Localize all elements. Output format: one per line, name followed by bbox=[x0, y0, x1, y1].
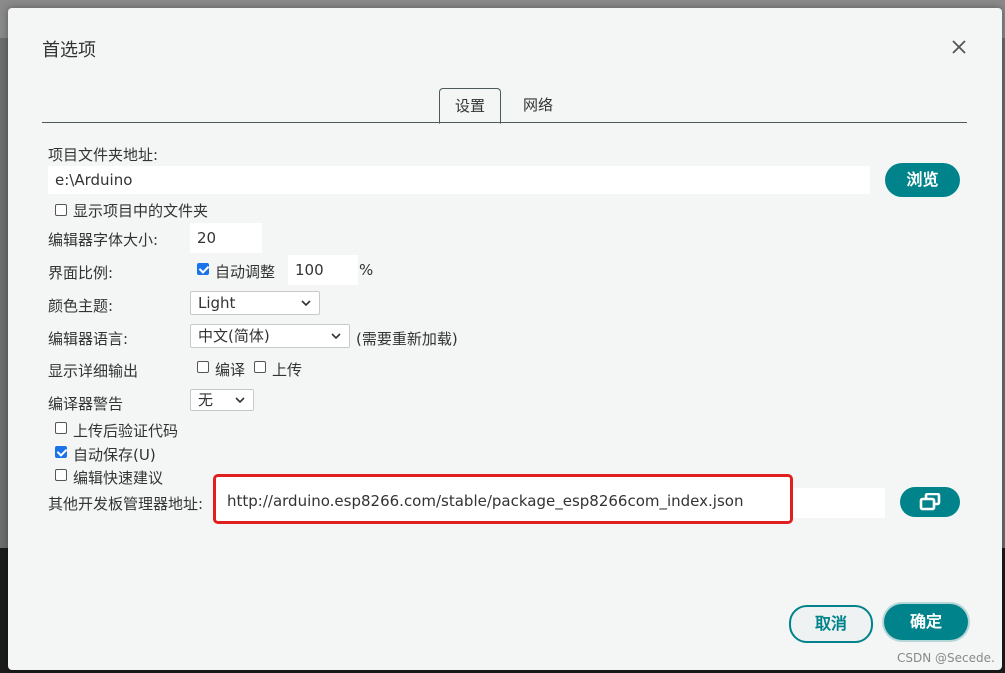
tab-settings[interactable]: 设置 bbox=[439, 88, 501, 124]
warnings-select[interactable]: 无 bbox=[190, 389, 254, 411]
theme-select-value: Light bbox=[198, 294, 236, 312]
watermark: CSDN @Secede. bbox=[897, 651, 995, 665]
ok-button[interactable]: 确定 bbox=[884, 604, 968, 640]
sketchbook-label: 项目文件夹地址: bbox=[48, 146, 159, 164]
edit-urls-button[interactable] bbox=[900, 487, 960, 517]
language-select[interactable]: 中文(简体) bbox=[190, 324, 350, 348]
theme-label: 颜色主题: bbox=[48, 297, 114, 315]
verbose-upload-checkbox[interactable] bbox=[254, 361, 266, 373]
window-restore-icon bbox=[919, 492, 941, 511]
verify-checkbox[interactable] bbox=[55, 422, 67, 434]
autosave-label: 自动保存(U) bbox=[73, 446, 156, 464]
font-size-input[interactable] bbox=[190, 223, 262, 253]
cancel-button[interactable]: 取消 bbox=[789, 605, 873, 643]
autosave-checkbox[interactable] bbox=[55, 446, 67, 458]
chevron-down-icon bbox=[301, 300, 311, 307]
close-icon[interactable] bbox=[948, 36, 970, 58]
quick-suggest-checkbox[interactable] bbox=[55, 469, 67, 481]
auto-scale-checkbox[interactable] bbox=[197, 263, 209, 275]
board-urls-input[interactable]: http://arduino.esp8266.com/stable/packag… bbox=[227, 492, 743, 510]
verbose-label: 显示详细输出 bbox=[48, 362, 139, 380]
theme-select[interactable]: Light bbox=[190, 291, 320, 315]
board-urls-label: 其他开发板管理器地址: bbox=[48, 495, 204, 513]
scale-label: 界面比例: bbox=[48, 264, 114, 282]
warnings-label: 编译器警告 bbox=[48, 395, 124, 413]
dialog-title: 首选项 bbox=[42, 40, 96, 61]
show-files-checkbox[interactable] bbox=[55, 204, 67, 216]
sketchbook-input[interactable] bbox=[48, 166, 870, 194]
preferences-dialog: 首选项 设置 网络 项目文件夹地址: 浏览 显示项目中的文件夹 编辑器字体大小:… bbox=[8, 8, 1002, 670]
language-select-value: 中文(简体) bbox=[198, 327, 270, 345]
chevron-down-icon bbox=[235, 397, 245, 404]
tabs-divider bbox=[42, 122, 967, 123]
verbose-upload-label: 上传 bbox=[272, 361, 303, 379]
chevron-down-icon bbox=[331, 333, 341, 340]
scale-unit: % bbox=[359, 261, 374, 279]
language-label: 编辑器语言: bbox=[48, 330, 129, 348]
verify-label: 上传后验证代码 bbox=[73, 422, 179, 440]
warnings-select-value: 无 bbox=[198, 391, 214, 409]
verbose-compile-checkbox[interactable] bbox=[197, 361, 209, 373]
auto-scale-label: 自动调整 bbox=[215, 263, 276, 281]
tab-network[interactable]: 网络 bbox=[508, 88, 568, 122]
font-size-label: 编辑器字体大小: bbox=[48, 231, 159, 249]
show-files-label: 显示项目中的文件夹 bbox=[73, 202, 209, 220]
quick-suggest-label: 编辑快速建议 bbox=[73, 469, 164, 487]
scale-input[interactable] bbox=[288, 255, 358, 285]
verbose-compile-label: 编译 bbox=[215, 361, 246, 379]
language-note: (需要重新加载) bbox=[356, 330, 458, 348]
browse-button[interactable]: 浏览 bbox=[885, 163, 960, 197]
